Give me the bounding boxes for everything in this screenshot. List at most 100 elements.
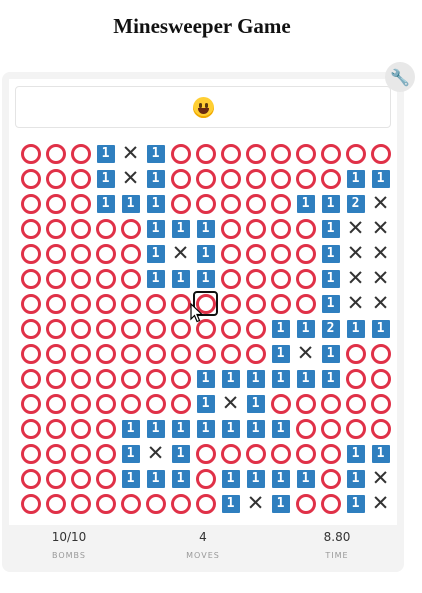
number-cell[interactable]: 1	[168, 416, 193, 441]
unopened-cell[interactable]	[68, 241, 93, 266]
unopened-cell[interactable]	[243, 441, 268, 466]
unopened-cell[interactable]	[293, 441, 318, 466]
unopened-cell[interactable]	[318, 491, 343, 516]
number-cell[interactable]: 1	[118, 191, 143, 216]
unopened-cell[interactable]	[43, 141, 68, 166]
unopened-cell[interactable]	[93, 416, 118, 441]
unopened-cell[interactable]	[318, 416, 343, 441]
unopened-cell[interactable]	[243, 166, 268, 191]
number-cell[interactable]: 1	[343, 166, 368, 191]
unopened-cell[interactable]	[18, 166, 43, 191]
number-cell[interactable]: 1	[343, 466, 368, 491]
unopened-cell[interactable]	[118, 341, 143, 366]
unopened-cell[interactable]	[243, 191, 268, 216]
number-cell[interactable]: 1	[318, 291, 343, 316]
unopened-cell[interactable]	[368, 391, 393, 416]
unopened-cell[interactable]	[193, 491, 218, 516]
number-cell[interactable]: 2	[318, 316, 343, 341]
unopened-cell[interactable]	[18, 341, 43, 366]
unopened-cell[interactable]	[118, 316, 143, 341]
unopened-cell[interactable]	[218, 166, 243, 191]
number-cell[interactable]: 1	[293, 466, 318, 491]
unopened-cell[interactable]	[68, 141, 93, 166]
unopened-cell[interactable]	[268, 141, 293, 166]
bomb-cell[interactable]: ✕	[243, 491, 268, 516]
number-cell[interactable]: 1	[193, 366, 218, 391]
unopened-cell[interactable]	[43, 491, 68, 516]
unopened-cell[interactable]	[293, 291, 318, 316]
unopened-cell[interactable]	[218, 216, 243, 241]
unopened-cell[interactable]	[68, 466, 93, 491]
unopened-cell[interactable]	[18, 391, 43, 416]
bomb-cell[interactable]: ✕	[343, 266, 368, 291]
bomb-cell[interactable]: ✕	[118, 166, 143, 191]
unopened-cell[interactable]	[143, 491, 168, 516]
unopened-cell[interactable]	[43, 391, 68, 416]
number-cell[interactable]: 1	[268, 466, 293, 491]
unopened-cell[interactable]	[93, 216, 118, 241]
bomb-cell[interactable]: ✕	[343, 241, 368, 266]
number-cell[interactable]: 1	[193, 266, 218, 291]
unopened-cell[interactable]	[193, 341, 218, 366]
unopened-cell[interactable]	[18, 466, 43, 491]
number-cell[interactable]: 1	[243, 391, 268, 416]
unopened-cell[interactable]	[118, 291, 143, 316]
bomb-cell[interactable]: ✕	[368, 466, 393, 491]
number-cell[interactable]: 1	[143, 416, 168, 441]
number-cell[interactable]: 1	[118, 416, 143, 441]
unopened-cell[interactable]	[43, 316, 68, 341]
unopened-cell[interactable]	[93, 241, 118, 266]
unopened-cell[interactable]	[168, 391, 193, 416]
unopened-cell[interactable]	[243, 141, 268, 166]
unopened-cell[interactable]	[268, 166, 293, 191]
unopened-cell[interactable]	[18, 291, 43, 316]
bomb-cell[interactable]: ✕	[118, 141, 143, 166]
unopened-cell[interactable]	[318, 441, 343, 466]
number-cell[interactable]: 2	[343, 191, 368, 216]
unopened-cell[interactable]	[243, 216, 268, 241]
number-cell[interactable]: 1	[293, 316, 318, 341]
unopened-cell[interactable]	[18, 416, 43, 441]
unopened-cell[interactable]	[168, 166, 193, 191]
unopened-cell[interactable]	[43, 191, 68, 216]
unopened-cell[interactable]	[18, 366, 43, 391]
number-cell[interactable]: 1	[343, 491, 368, 516]
unopened-cell[interactable]	[268, 291, 293, 316]
bomb-cell[interactable]: ✕	[368, 291, 393, 316]
unopened-cell[interactable]	[318, 466, 343, 491]
unopened-cell[interactable]	[68, 491, 93, 516]
number-cell[interactable]: 1	[243, 416, 268, 441]
unopened-cell[interactable]	[68, 441, 93, 466]
unopened-cell[interactable]	[93, 391, 118, 416]
unopened-cell[interactable]	[243, 291, 268, 316]
unopened-cell[interactable]	[293, 491, 318, 516]
unopened-cell[interactable]	[368, 141, 393, 166]
number-cell[interactable]: 1	[218, 366, 243, 391]
unopened-cell[interactable]	[218, 141, 243, 166]
unopened-cell[interactable]	[218, 341, 243, 366]
unopened-cell[interactable]	[218, 441, 243, 466]
unopened-cell[interactable]	[368, 416, 393, 441]
unopened-cell[interactable]	[218, 291, 243, 316]
number-cell[interactable]: 1	[168, 466, 193, 491]
unopened-cell[interactable]	[143, 366, 168, 391]
unopened-cell[interactable]	[293, 166, 318, 191]
number-cell[interactable]: 1	[318, 366, 343, 391]
unopened-cell[interactable]	[293, 216, 318, 241]
unopened-cell[interactable]	[93, 366, 118, 391]
unopened-cell[interactable]	[68, 341, 93, 366]
unopened-cell[interactable]	[343, 141, 368, 166]
unopened-cell[interactable]	[68, 216, 93, 241]
unopened-cell[interactable]	[218, 266, 243, 291]
unopened-cell[interactable]	[143, 391, 168, 416]
number-cell[interactable]: 1	[93, 141, 118, 166]
number-cell[interactable]: 1	[118, 441, 143, 466]
number-cell[interactable]: 1	[318, 216, 343, 241]
unopened-cell[interactable]	[43, 216, 68, 241]
unopened-cell[interactable]	[243, 341, 268, 366]
unopened-cell[interactable]	[118, 366, 143, 391]
number-cell[interactable]: 1	[93, 191, 118, 216]
unopened-cell[interactable]	[343, 391, 368, 416]
number-cell[interactable]: 1	[143, 166, 168, 191]
unopened-cell[interactable]	[43, 466, 68, 491]
